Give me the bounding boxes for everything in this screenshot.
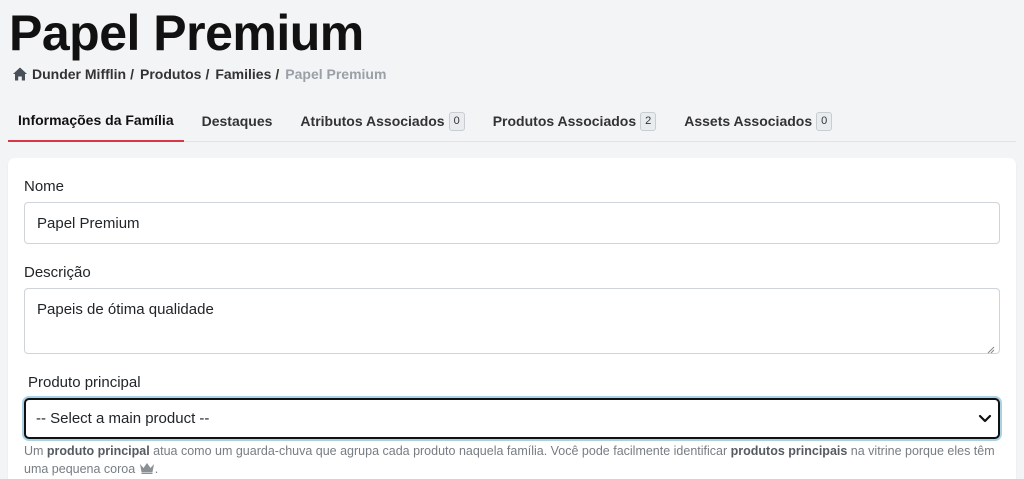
tab-label: Informações da Família [18, 112, 174, 128]
help-text-part: Um [24, 444, 47, 458]
help-text-bold: produto principal [46, 444, 150, 458]
tab-label: Atributos Associados [300, 113, 445, 129]
description-label: Descrição [24, 264, 91, 281]
resize-handle-icon[interactable] [987, 341, 995, 354]
breadcrumb-item-produtos[interactable]: Produtos [140, 66, 201, 82]
main-product-selected: -- Select a main product -- [36, 410, 210, 427]
main-product-help-text: Um produto principal atua como um guarda… [24, 444, 995, 476]
family-form-card: Nome Descrição Papeis de ótima qualidade… [8, 158, 1016, 479]
tab-label: Produtos Associados [492, 113, 637, 129]
tab-atributos-associados[interactable]: Atributos Associados 0 [290, 100, 474, 142]
help-text-bold: produtos principais [730, 444, 848, 458]
breadcrumb-separator: / [275, 66, 280, 82]
description-text: Papeis de ótima qualidade [37, 301, 214, 318]
breadcrumb-item-families[interactable]: Families [215, 66, 271, 82]
count-badge: 2 [640, 111, 657, 131]
tab-label: Assets Associados [684, 113, 813, 129]
breadcrumb-separator: / [205, 66, 210, 82]
tab-destaques[interactable]: Destaques [192, 100, 283, 142]
count-badge: 0 [448, 111, 465, 131]
tab-informacoes-da-familia[interactable]: Informações da Família [8, 100, 184, 142]
description-textarea[interactable]: Papeis de ótima qualidade [24, 288, 1000, 354]
crown-icon [139, 462, 155, 476]
name-field[interactable] [24, 202, 1000, 244]
tab-bar: Informações da Família Destaques Atribut… [8, 100, 1016, 142]
tab-label: Destaques [201, 113, 273, 129]
breadcrumb: Dunder Mifflin / Produtos / Families / P… [12, 66, 386, 82]
tab-produtos-associados[interactable]: Produtos Associados 2 [483, 100, 667, 142]
breadcrumb-current: Papel Premium [285, 66, 387, 82]
breadcrumb-separator: / [130, 66, 134, 82]
breadcrumb-item-dunder-mifflin[interactable]: Dunder Mifflin [32, 66, 126, 82]
tab-assets-associados[interactable]: Assets Associados 0 [674, 100, 842, 142]
main-product-select[interactable]: -- Select a main product -- [24, 398, 1000, 439]
chevron-down-icon [978, 411, 992, 425]
home-icon[interactable] [12, 66, 28, 82]
count-badge: 0 [816, 111, 833, 131]
name-label: Nome [24, 178, 65, 195]
help-text-part: atua como um guarda-chuva que agrupa cad… [149, 444, 731, 458]
page-title: Papel Premium [9, 5, 364, 61]
main-product-label: Produto principal [28, 374, 141, 391]
